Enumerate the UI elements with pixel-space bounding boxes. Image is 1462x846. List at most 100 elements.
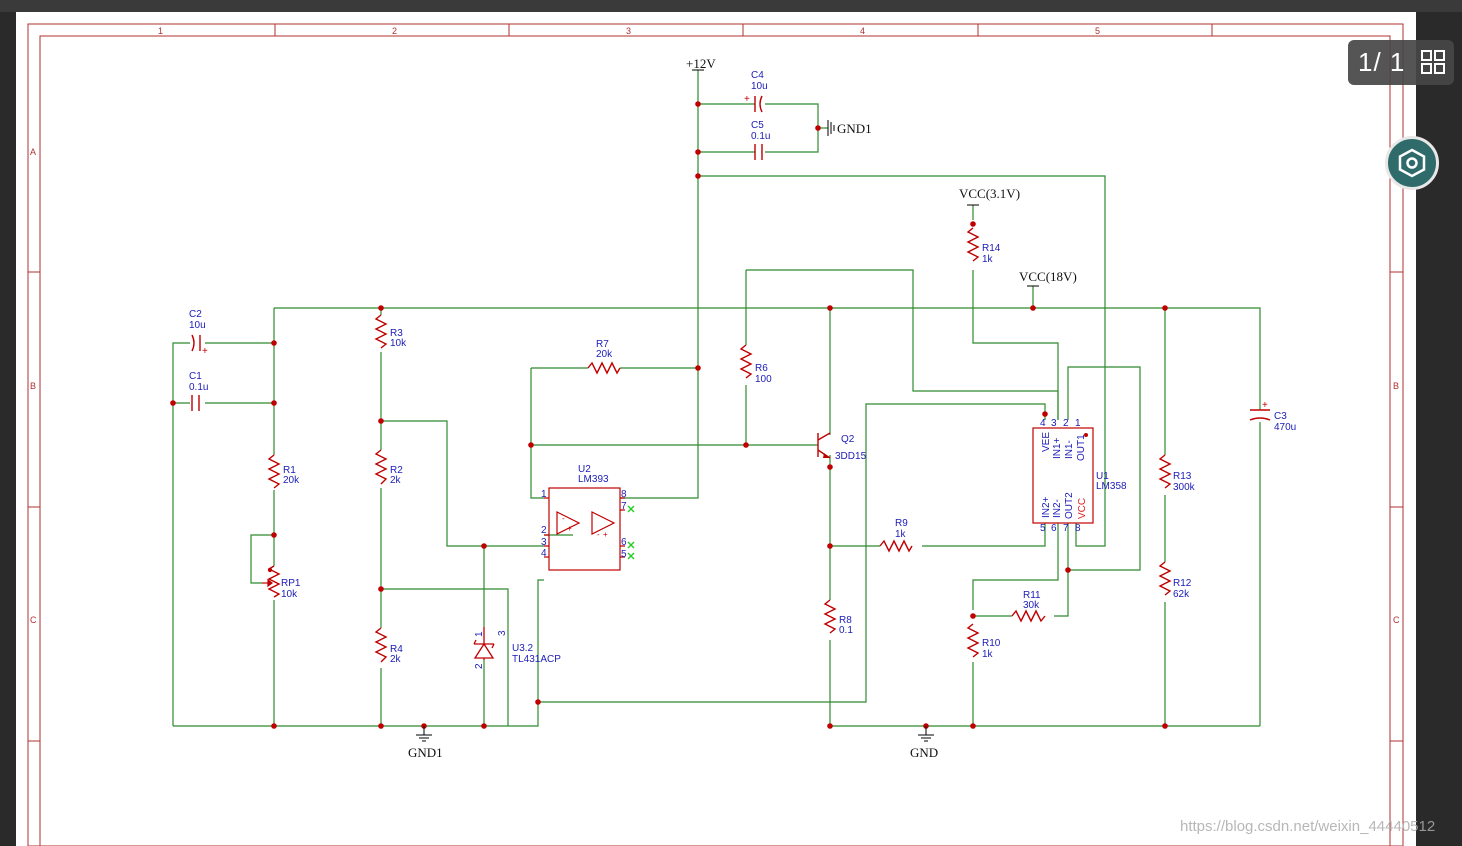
u1-pin-in2p: IN2+ (1041, 496, 1052, 518)
frame-col-3: 3 (626, 26, 631, 36)
r6-ref: R6 (755, 363, 768, 374)
r10-val: 1k (982, 649, 994, 660)
c2-val: 10u (189, 320, 206, 331)
u3-val: TL431ACP (512, 654, 561, 665)
u1-pin-vee: VEE (1041, 432, 1052, 452)
r13-symbol (1158, 454, 1172, 489)
r6-val: 100 (755, 374, 772, 385)
u1-val: LM358 (1096, 481, 1127, 492)
page-number-text: 1/ 1 (1358, 47, 1406, 77)
frame-row-b: B (30, 381, 36, 391)
u1-pin-num-5: 5 (1040, 523, 1046, 534)
frame-col-2: 2 (392, 26, 397, 36)
r6-symbol (739, 344, 753, 379)
u3-ref: U3.2 (512, 643, 534, 654)
r1-val: 20k (283, 475, 300, 486)
svg-text:+: + (1262, 400, 1268, 411)
u2-pin-6: 6 (621, 537, 627, 548)
u2-pin-7: 7 (621, 501, 627, 512)
power-label-vcc31: VCC(3.1V) (959, 186, 1020, 201)
u3-pin-1: 1 (474, 631, 485, 637)
u1-pin-in2m: IN2- (1052, 499, 1063, 518)
u2-lm393-body (544, 487, 625, 571)
frame-row-c: C (30, 615, 37, 625)
page-indicator[interactable]: 1/ 1 (1348, 40, 1454, 85)
r10-symbol (966, 623, 980, 658)
r4-symbol (374, 627, 388, 663)
u2-pin-1: 1 (541, 489, 547, 500)
rp1-wiper (262, 567, 273, 588)
u2-pin-4: 4 (541, 548, 547, 559)
u1-pin-num-4: 4 (1040, 418, 1046, 429)
r12-ref: R12 (1173, 578, 1192, 589)
u1-pin-num-6: 6 (1051, 523, 1057, 534)
svg-text:+: + (744, 94, 750, 105)
u2-pin-5: 5 (621, 549, 627, 560)
frame-col-5: 5 (1095, 26, 1100, 36)
svg-text:+: + (202, 346, 208, 357)
r9-ref: R9 (895, 518, 908, 529)
frame-col-1: 1 (158, 26, 163, 36)
floating-nav-button[interactable] (1385, 136, 1439, 190)
c4-val: 10u (751, 81, 768, 92)
r7-symbol (587, 361, 621, 375)
r14-ref: R14 (982, 243, 1001, 254)
schematic-diagram: 1 2 3 4 5 A B C B C +12V GND1 VCC(3.1V) … (27, 23, 1404, 846)
r11-val: 30k (1023, 600, 1040, 611)
u1-pin-num-7: 7 (1063, 523, 1069, 534)
u3-pin-3: 3 (497, 630, 508, 636)
no-connect-markers (627, 505, 635, 560)
r12-symbol (1158, 561, 1172, 596)
frame-row-c-right: C (1393, 615, 1400, 625)
r9-val: 1k (895, 529, 907, 540)
rp1-val: 10k (281, 589, 298, 600)
svg-text:-: - (597, 530, 600, 539)
r3-symbol (374, 314, 388, 349)
c1-val: 0.1u (189, 382, 208, 393)
wires (172, 70, 1261, 727)
u1-pin-num-2: 2 (1063, 418, 1069, 429)
frame-col-4: 4 (860, 26, 865, 36)
power-label-gnd: GND (910, 745, 938, 760)
u3-pin-2: 2 (474, 663, 485, 669)
svg-text:-: - (562, 514, 565, 523)
r7-val: 20k (596, 349, 613, 360)
capacitor-symbols (191, 95, 1271, 421)
power-label-vcc18: VCC(18V) (1019, 269, 1077, 284)
hexagon-nav-icon (1398, 148, 1426, 178)
r2-val: 2k (390, 475, 402, 486)
q2-ref: Q2 (841, 434, 855, 445)
c4-ref: C4 (751, 70, 764, 81)
r10-ref: R10 (982, 638, 1001, 649)
c3-ref: C3 (1274, 411, 1287, 422)
rp1-ref: RP1 (281, 578, 301, 589)
r1-symbol (267, 454, 281, 489)
svg-text:+: + (603, 530, 608, 539)
c3-val: 470u (1274, 422, 1296, 433)
r14-val: 1k (982, 254, 994, 265)
u1-pin-num-8: 8 (1075, 523, 1081, 534)
grid-view-icon[interactable] (1420, 49, 1446, 75)
c2-ref: C2 (189, 309, 202, 320)
csdn-watermark: https://blog.csdn.net/weixin_44440512 (1180, 818, 1436, 835)
r11-symbol (1011, 609, 1046, 623)
r13-ref: R13 (1173, 471, 1192, 482)
r13-val: 300k (1173, 482, 1196, 493)
u1-pin-num-1: 1 (1075, 418, 1081, 429)
c5-ref: C5 (751, 120, 764, 131)
c1-ref: C1 (189, 371, 202, 382)
u1-pin-in1p: IN1+ (1052, 437, 1063, 459)
u1-pin-out2: OUT2 (1064, 492, 1075, 519)
r8-symbol (823, 599, 837, 634)
u2-val: LM393 (578, 474, 609, 485)
r3-val: 10k (390, 338, 407, 349)
c5-val: 0.1u (751, 131, 770, 142)
u1-pin-out1: OUT1 (1076, 434, 1087, 461)
r9-symbol (879, 539, 913, 553)
u1-pin-num-3: 3 (1051, 418, 1057, 429)
power-label-12v: +12V (686, 56, 716, 71)
sheet-frame (27, 23, 1404, 846)
frame-row-a: A (30, 147, 36, 157)
u2-pin-2: 2 (541, 525, 547, 536)
r14-symbol (966, 227, 980, 262)
